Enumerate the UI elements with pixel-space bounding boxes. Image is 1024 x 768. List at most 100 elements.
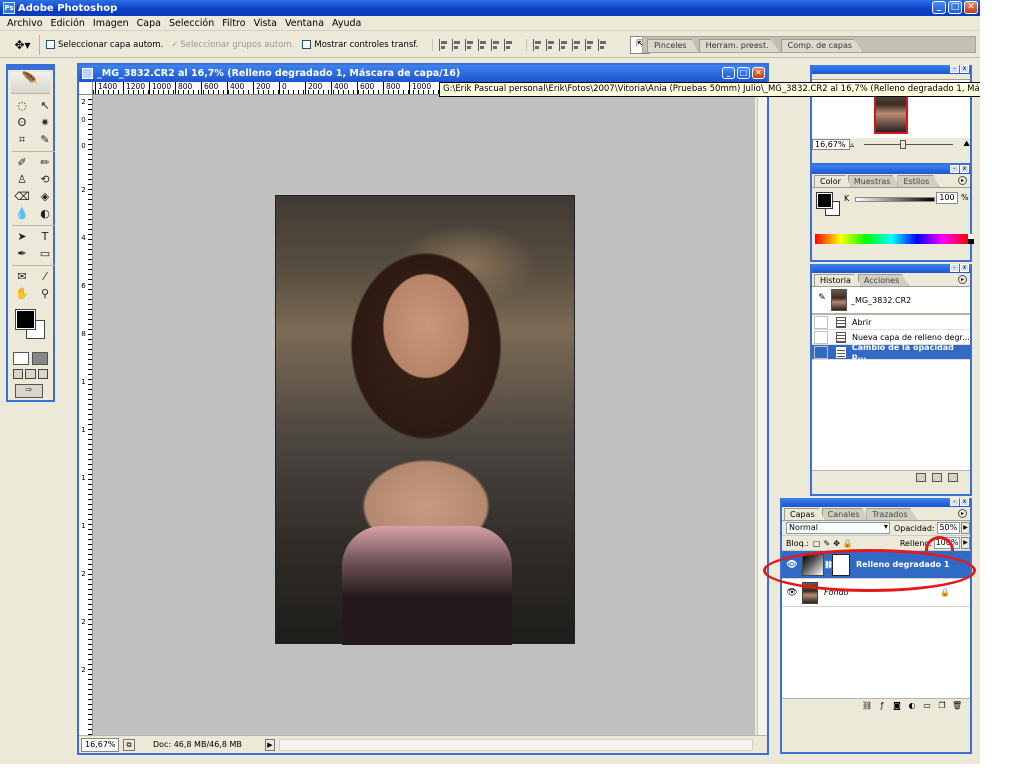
history-source-checkbox[interactable] — [814, 345, 828, 359]
new-layer-icon[interactable]: ❐ — [937, 701, 947, 710]
horizontal-scrollbar[interactable] — [279, 738, 753, 751]
portrait-photo[interactable] — [275, 195, 575, 645]
palette-minimize-button[interactable]: - — [950, 165, 959, 173]
screen-mode-full-button[interactable] — [37, 369, 48, 379]
crop-tool-icon[interactable]: ⌗ — [12, 132, 32, 148]
menu-capa[interactable]: Capa — [133, 18, 165, 29]
quick-mask-mode-button[interactable] — [32, 352, 48, 365]
opacity-slider-arrow-icon[interactable]: ▶ — [961, 522, 970, 534]
well-tab-pinceles[interactable]: Pinceles — [647, 39, 698, 52]
notes-tool-icon[interactable]: ✉ — [12, 269, 32, 285]
lock-pixels-icon[interactable]: ✎ — [823, 539, 830, 548]
well-tab-composiciones[interactable]: Comp. de capas — [780, 39, 864, 52]
tab-capas[interactable]: Capas — [784, 508, 825, 520]
delete-layer-icon[interactable]: 🗑 — [952, 701, 962, 710]
move-tool-icon[interactable]: ↖ — [35, 98, 55, 114]
palette-titlebar[interactable]: - x — [812, 65, 970, 74]
healing-brush-icon[interactable]: ✐ — [12, 155, 32, 171]
distribute-top-icon[interactable] — [533, 38, 543, 51]
tab-muestras[interactable]: Muestras — [847, 175, 901, 187]
lock-position-icon[interactable]: ✥ — [833, 539, 840, 548]
new-group-icon[interactable]: ▭ — [922, 701, 932, 710]
palette-titlebar[interactable]: - x — [812, 165, 970, 174]
slice-tool-icon[interactable]: ✎ — [35, 132, 55, 148]
tab-canales[interactable]: Canales — [821, 508, 870, 520]
distribute-hcenter-icon[interactable] — [585, 38, 595, 51]
visibility-eye-icon[interactable]: 👁 — [786, 560, 798, 570]
link-layers-icon[interactable]: ⛓ — [862, 701, 872, 710]
menu-edicion[interactable]: Edición — [47, 18, 89, 29]
palette-minimize-button[interactable]: - — [950, 264, 959, 272]
screen-mode-standard-button[interactable] — [13, 369, 24, 379]
clone-stamp-icon[interactable]: ♙ — [12, 172, 32, 188]
jump-to-imageready-button[interactable]: ⇨ — [15, 384, 43, 398]
menu-imagen[interactable]: Imagen — [89, 18, 133, 29]
menu-ventana[interactable]: Ventana — [281, 18, 328, 29]
palette-menu-icon[interactable]: ▸ — [958, 509, 967, 518]
tab-trazados[interactable]: Trazados — [866, 508, 918, 520]
menu-seleccion[interactable]: Selección — [165, 18, 218, 29]
history-source-checkbox[interactable] — [814, 315, 828, 329]
blur-tool-icon[interactable]: 💧 — [12, 206, 32, 222]
zoom-out-icon[interactable]: ▵ — [850, 140, 854, 149]
doc-minimize-button[interactable]: _ — [722, 67, 735, 79]
align-right-icon[interactable] — [504, 38, 514, 51]
lock-transparency-icon[interactable]: ▢ — [813, 539, 821, 548]
show-transform-controls-checkbox[interactable]: Mostrar controles transf. — [302, 40, 418, 50]
visibility-eye-icon[interactable]: 👁 — [786, 588, 798, 598]
zoom-level-field[interactable]: 16,67% — [81, 737, 119, 752]
hand-tool-icon[interactable]: ✋ — [12, 286, 32, 302]
tab-estilos[interactable]: Estilos — [897, 175, 940, 187]
magic-wand-icon[interactable]: ✷ — [35, 115, 55, 131]
status-menu-arrow-icon[interactable]: ▶ — [265, 738, 275, 751]
pen-tool-icon[interactable]: ✒ — [12, 246, 32, 262]
eraser-tool-icon[interactable]: ⌫ — [12, 189, 32, 205]
lasso-tool-icon[interactable]: ʘ — [12, 115, 32, 131]
history-state[interactable]: Abrir — [812, 315, 970, 330]
eyedropper-icon[interactable]: ⁄ — [35, 269, 55, 285]
bridge-status-icon[interactable]: ⧉ — [123, 738, 135, 751]
zoom-tool-icon[interactable]: ⚲ — [35, 286, 55, 302]
distribute-bottom-icon[interactable] — [559, 38, 569, 51]
history-snapshot[interactable]: ✎ _MG_3832.CR2 — [812, 287, 970, 315]
well-tab-herramientas[interactable]: Herram. preest. — [698, 39, 780, 52]
layer-background[interactable]: 👁 Fondo 🔒 — [782, 579, 970, 607]
zoom-in-icon[interactable]: ⛰ — [963, 139, 970, 149]
maximize-button[interactable]: □ — [948, 1, 962, 14]
navigator-zoom-slider[interactable] — [864, 139, 954, 149]
distribute-vcenter-icon[interactable] — [546, 38, 556, 51]
gradient-fill-thumbnail[interactable] — [802, 553, 824, 576]
menu-ayuda[interactable]: Ayuda — [328, 18, 365, 29]
history-source-checkbox[interactable] — [814, 330, 828, 344]
auto-select-layer-checkbox[interactable]: Seleccionar capa autom. — [46, 40, 163, 50]
blend-mode-select[interactable]: Normal — [786, 522, 890, 534]
tab-acciones[interactable]: Acciones — [857, 274, 910, 286]
new-adjustment-layer-icon[interactable]: ◐ — [907, 701, 917, 710]
path-selection-icon[interactable]: ➤ — [12, 229, 32, 245]
vertical-ruler[interactable]: 2 0 0 2 4 6 8 1 1 1 1 2 2 2 — [79, 95, 93, 735]
type-tool-icon[interactable]: T — [35, 229, 55, 245]
palette-close-button[interactable]: x — [960, 65, 969, 73]
foreground-color-swatch[interactable] — [816, 192, 833, 209]
history-state-selected[interactable]: Cambio de la opacidad p... — [812, 343, 970, 361]
align-left-icon[interactable] — [478, 38, 488, 51]
fill-slider-arrow-icon[interactable]: ▶ — [961, 537, 970, 549]
slider-knob[interactable] — [900, 139, 907, 149]
tab-historia[interactable]: Historia — [814, 274, 861, 286]
channel-k-slider[interactable] — [855, 197, 935, 202]
close-button[interactable]: ✕ — [964, 1, 978, 14]
navigator-zoom-field[interactable]: 16,67% — [812, 138, 850, 150]
document-titlebar[interactable]: _MG_3832.CR2 al 16,7% (Relleno degradado… — [79, 65, 767, 82]
history-brush-icon[interactable]: ⟲ — [35, 172, 55, 188]
foreground-color-swatch[interactable] — [15, 309, 36, 330]
palette-minimize-button[interactable]: - — [950, 65, 959, 73]
layer-style-icon[interactable]: ƒ — [877, 701, 887, 710]
canvas-area[interactable] — [93, 95, 755, 735]
align-top-icon[interactable] — [439, 38, 449, 51]
dodge-tool-icon[interactable]: ◐ — [35, 206, 55, 222]
palette-menu-icon[interactable]: ▸ — [958, 176, 967, 185]
brush-tool-icon[interactable]: ✏ — [35, 155, 55, 171]
delete-state-icon[interactable] — [948, 472, 958, 482]
distribute-right-icon[interactable] — [598, 38, 608, 51]
channel-k-value-input[interactable]: 100 — [936, 192, 958, 204]
